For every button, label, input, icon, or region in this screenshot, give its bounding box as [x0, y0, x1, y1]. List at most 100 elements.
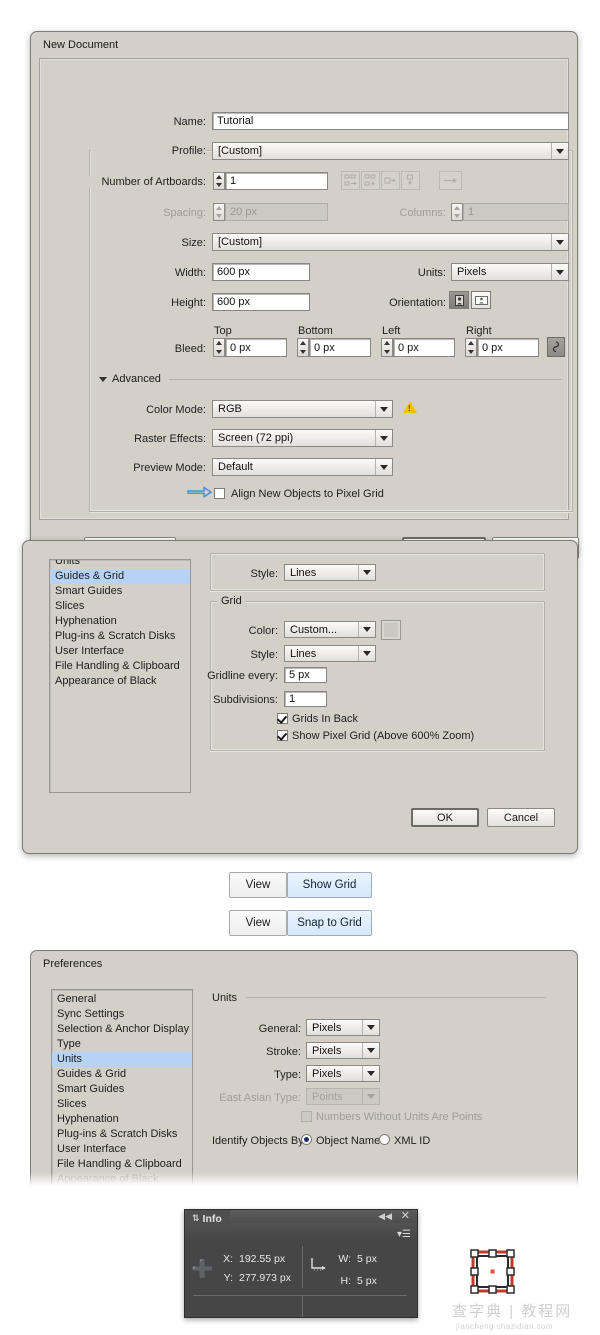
guides-style-select[interactable]: Lines: [284, 564, 376, 581]
units-general-select[interactable]: Pixels: [306, 1019, 380, 1036]
identify-xml-id-radio[interactable]: [379, 1134, 390, 1145]
advanced-disclosure[interactable]: Advanced: [99, 373, 161, 385]
chevron-down-icon: [362, 1066, 379, 1081]
prefs-grid-cancel-button[interactable]: Cancel: [487, 808, 555, 827]
prefs-grid-item-user-interface[interactable]: User Interface: [50, 644, 190, 659]
info-vertical-divider-top: [302, 1246, 303, 1288]
grid-style-select[interactable]: Lines: [284, 645, 376, 662]
prefs-units-item-plug-ins-scratch-disks[interactable]: Plug-ins & Scratch Disks: [52, 1127, 192, 1142]
prefs-units-item-file-handling-clipboard[interactable]: File Handling & Clipboard: [52, 1157, 192, 1172]
prefs-grid-item-units[interactable]: Units: [50, 560, 190, 569]
chevron-down-icon: [551, 143, 568, 159]
width-label: Width:: [174, 267, 206, 279]
orientation-portrait-button[interactable]: [449, 291, 469, 309]
color-mode-select[interactable]: RGB: [212, 400, 393, 418]
columns-stepper: [451, 203, 463, 221]
watermark-url: jiaocheng.chazidian.com: [456, 1322, 553, 1331]
info-vertical-divider-bottom: [302, 1296, 303, 1317]
menu-item-show-grid[interactable]: Show Grid: [287, 872, 372, 898]
bleed-right-input[interactable]: 0 px: [477, 338, 539, 357]
bleed-left-label: Left: [382, 325, 401, 337]
grids-in-back-label: Grids In Back: [292, 713, 359, 725]
info-y-value: 277.973 px: [239, 1272, 291, 1284]
tab-info[interactable]: ⇅ Info: [186, 1210, 230, 1227]
bleed-top-stepper[interactable]: [213, 338, 225, 357]
bleed-top-input[interactable]: 0 px: [225, 338, 287, 357]
pixel-selection-icon: [470, 1249, 515, 1294]
units-stroke-select[interactable]: Pixels: [306, 1042, 380, 1059]
menu-view-button-2[interactable]: View: [229, 910, 287, 936]
artboard-arrange-by-row-icon[interactable]: [381, 171, 400, 190]
chevron-down-icon: [362, 1089, 379, 1104]
raster-effects-value: Screen (72 ppi): [218, 432, 294, 444]
identify-object-name-radio[interactable]: [301, 1134, 312, 1145]
width-input[interactable]: 600 px: [212, 263, 310, 281]
bleed-right-stepper[interactable]: [465, 338, 477, 357]
subdivisions-input[interactable]: 1: [284, 691, 327, 707]
menu-item-snap-to-grid[interactable]: Snap to Grid: [287, 910, 372, 936]
prefs-units-item-sync-settings[interactable]: Sync Settings: [52, 1007, 192, 1022]
artboard-grid-by-row-icon[interactable]: [341, 171, 360, 190]
prefs-grid-item-hyphenation[interactable]: Hyphenation: [50, 614, 190, 629]
grid-color-swatch[interactable]: [381, 620, 401, 640]
artboards-stepper[interactable]: [213, 172, 225, 190]
units-select[interactable]: Pixels: [451, 263, 569, 281]
align-pixel-grid-checkbox[interactable]: [214, 488, 225, 499]
orientation-landscape-button[interactable]: [471, 291, 491, 309]
prefs-units-item-units[interactable]: Units: [52, 1052, 192, 1067]
profile-select[interactable]: [Custom]: [212, 142, 569, 160]
profile-value: [Custom]: [218, 145, 263, 157]
grid-color-select[interactable]: Custom...: [284, 621, 376, 638]
bleed-bottom-input[interactable]: 0 px: [309, 338, 371, 357]
prefs-units-item-smart-guides[interactable]: Smart Guides: [52, 1082, 192, 1097]
artboard-arrange-by-column-icon[interactable]: [401, 171, 420, 190]
units-type-select[interactable]: Pixels: [306, 1065, 380, 1082]
prefs-units-item-selection-anchor-display[interactable]: Selection & Anchor Display: [52, 1022, 192, 1037]
grid-color-label: Color:: [248, 625, 278, 637]
prefs-grid-item-slices[interactable]: Slices: [50, 599, 190, 614]
preview-mode-select[interactable]: Default: [212, 458, 393, 476]
bleed-left-stepper[interactable]: [381, 338, 393, 357]
units-east-asian-select: Points: [306, 1088, 380, 1105]
prefs-units-item-type[interactable]: Type: [52, 1037, 192, 1052]
prefs-units-sidebar-items: General Sync Settings Selection & Anchor D…: [52, 990, 192, 1186]
prefs-units-item-slices[interactable]: Slices: [52, 1097, 192, 1112]
artboard-grid-by-column-icon[interactable]: [361, 171, 380, 190]
document-name-input[interactable]: Tutorial: [212, 112, 569, 130]
prefs-units-sidebar[interactable]: General Sync Settings Selection & Anchor D…: [51, 989, 193, 1186]
prefs-grid-ok-button[interactable]: OK: [411, 808, 479, 827]
subdivisions-label: Subdivisions:: [213, 694, 278, 706]
show-pixel-grid-checkbox[interactable]: [277, 730, 288, 741]
align-pixel-grid-label: Align New Objects to Pixel Grid: [231, 488, 384, 500]
prefs-units-item-general[interactable]: General: [52, 992, 192, 1007]
collapse-icon[interactable]: ◀◀: [378, 1212, 392, 1221]
artboards-input[interactable]: 1: [225, 172, 328, 190]
gridline-every-input[interactable]: 5 px: [284, 667, 327, 683]
prefs-units-item-guides-grid[interactable]: Guides & Grid: [52, 1067, 192, 1082]
raster-effects-select[interactable]: Screen (72 ppi): [212, 429, 393, 447]
prefs-grid-item-guides-grid[interactable]: Guides & Grid: [50, 569, 190, 584]
prefs-grid-item-smart-guides[interactable]: Smart Guides: [50, 584, 190, 599]
profile-label: Profile:: [91, 145, 206, 157]
prefs-grid-item-appearance-of-black[interactable]: Appearance of Black: [50, 674, 190, 689]
grids-in-back-checkbox[interactable]: [277, 713, 288, 724]
prefs-units-item-hyphenation[interactable]: Hyphenation: [52, 1112, 192, 1127]
info-panel-body: ➕ X: 192.55 px Y: 277.973 px W: 5 px H: …: [185, 1240, 417, 1317]
prefs-grid-item-file-handling-clipboard[interactable]: File Handling & Clipboard: [50, 659, 190, 674]
size-label: Size:: [181, 237, 206, 249]
info-h-value: 5 px: [357, 1275, 377, 1287]
prefs-grid-item-plug-ins-scratch-disks[interactable]: Plug-ins & Scratch Disks: [50, 629, 190, 644]
bleed-link-button[interactable]: [547, 337, 565, 357]
units-type-label: Type:: [274, 1069, 301, 1081]
artboard-direction-icon[interactable]: [439, 171, 462, 190]
prefs-grid-sidebar[interactable]: Units Guides & Grid Smart Guides Slices Hyph…: [49, 559, 191, 793]
bleed-left-input[interactable]: 0 px: [393, 338, 455, 357]
units-general-label: General:: [258, 1023, 301, 1035]
bleed-bottom-stepper[interactable]: [297, 338, 309, 357]
height-input[interactable]: 600 px: [212, 293, 310, 311]
size-select[interactable]: [Custom]: [212, 233, 569, 251]
prefs-units-item-user-interface[interactable]: User Interface: [52, 1142, 192, 1157]
close-icon[interactable]: ✕: [401, 1211, 410, 1222]
menu-view-button-1[interactable]: View: [229, 872, 287, 898]
units-general-value: Pixels: [312, 1022, 342, 1034]
